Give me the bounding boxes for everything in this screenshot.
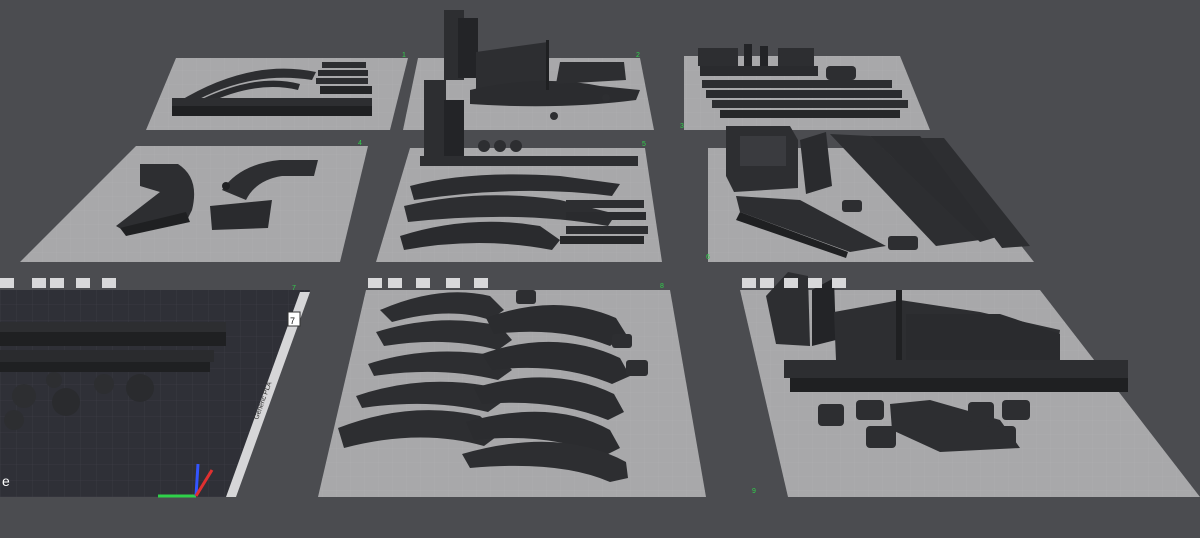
- plate-index-marker: 7: [292, 285, 296, 292]
- settings-icon[interactable]: [474, 278, 488, 288]
- plate-7-toolbar: [0, 278, 116, 288]
- lock-icon[interactable]: [446, 278, 460, 288]
- lock-icon[interactable]: [808, 278, 822, 288]
- arrange-icon[interactable]: [760, 278, 774, 288]
- plate-number-label: 3: [680, 123, 684, 130]
- plate-8[interactable]: 8: [318, 283, 706, 497]
- plate-number-label: 4: [358, 140, 362, 147]
- plate-4[interactable]: 4: [20, 140, 368, 262]
- plate-number-label: 5: [642, 141, 646, 148]
- plate-9[interactable]: 9: [740, 272, 1200, 497]
- 3d-build-plate-viewport[interactable]: 1 2 3 4 5 6 7 Generic PLA e 7 8 9: [0, 0, 1200, 538]
- arrange-icon[interactable]: [388, 278, 402, 288]
- orient-icon[interactable]: [784, 278, 798, 288]
- plate-8-toolbar: [368, 278, 488, 288]
- plate-6[interactable]: 6: [706, 126, 1034, 262]
- plate-number-label: 8: [660, 283, 664, 290]
- plates-canvas: 1 2 3 4 5 6 7 Generic PLA e 7 8 9: [0, 10, 1200, 498]
- plate-tool-icon[interactable]: [0, 278, 14, 288]
- orient-icon[interactable]: [76, 278, 90, 288]
- settings-icon[interactable]: [832, 278, 846, 288]
- plate-corner-label: e: [2, 473, 10, 489]
- close-icon[interactable]: [742, 278, 756, 288]
- plate-1[interactable]: 1: [146, 52, 408, 130]
- plate-number-label: 9: [752, 488, 756, 495]
- plate-number-label: 2: [636, 52, 640, 59]
- arrange-icon[interactable]: [50, 278, 64, 288]
- plate-7[interactable]: 7 Generic PLA e 7: [0, 285, 310, 498]
- plate-number-label: 7: [290, 316, 295, 326]
- lock-icon[interactable]: [102, 278, 116, 288]
- plate-number-label: 1: [402, 52, 406, 59]
- close-icon[interactable]: [32, 278, 46, 288]
- plate-3[interactable]: 3: [680, 44, 930, 130]
- plate-number-label: 6: [706, 254, 710, 261]
- plate-3-parts: [698, 44, 908, 118]
- orient-icon[interactable]: [416, 278, 430, 288]
- close-icon[interactable]: [368, 278, 382, 288]
